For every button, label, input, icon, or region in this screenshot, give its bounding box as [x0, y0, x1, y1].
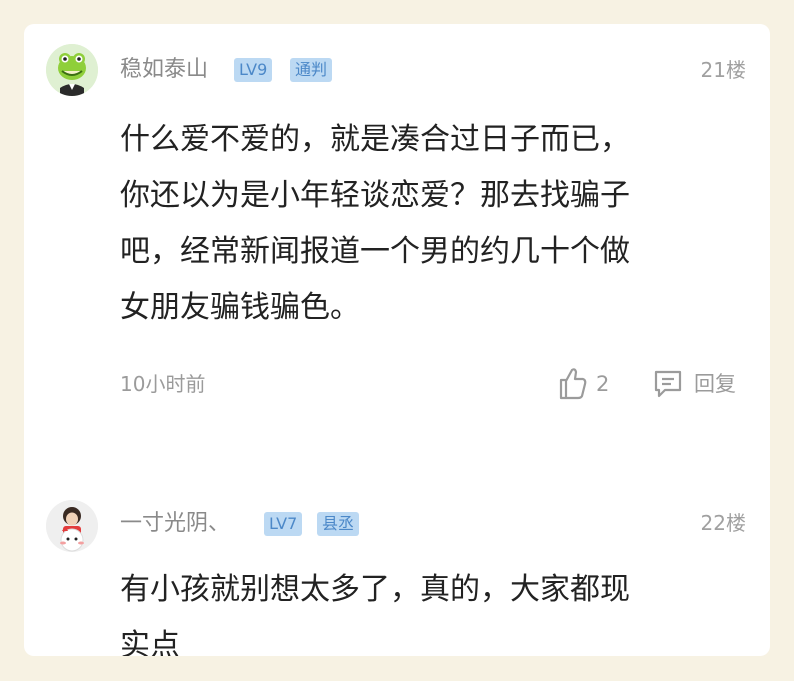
like-count: 2 — [596, 372, 610, 396]
level-badge: LV7 — [264, 512, 303, 536]
level-badge: LV9 — [234, 58, 273, 82]
avatar[interactable] — [46, 44, 98, 96]
username[interactable]: 稳如泰山 — [120, 55, 208, 85]
username[interactable]: 一寸光阴、 — [120, 509, 230, 539]
comment-line: 你还以为是小年轻谈恋爱？那去找骗子 — [120, 178, 630, 213]
floor-number: 22楼 — [700, 511, 746, 535]
avatar[interactable] — [46, 500, 98, 552]
comment-line: 什么爱不爱的，就是凑合过日子而已， — [120, 122, 630, 157]
floor-number: 21楼 — [700, 58, 746, 82]
comment-item: 一寸光阴、 LV7 县丞 22楼 有小孩就别想太多了，真的，大家都现 实点 — [24, 464, 770, 656]
comment-line: 有小孩就别想太多了，真的，大家都现 — [120, 572, 630, 607]
comment-item: 稳如泰山 LV9 通判 21楼 什么爱不爱的，就是凑合过日子而已， 你还以为是小… — [24, 24, 770, 444]
comment-line: 实点 — [120, 628, 180, 656]
comment-line: 吧，经常新闻报道一个男的约几十个做 — [120, 234, 630, 269]
thumbs-up-icon — [559, 368, 587, 400]
timestamp: 10小时前 — [120, 372, 206, 396]
comment-list: 稳如泰山 LV9 通判 21楼 什么爱不爱的，就是凑合过日子而已， 你还以为是小… — [24, 24, 770, 656]
title-badge: 县丞 — [317, 512, 360, 536]
comment-bubble-icon — [654, 370, 682, 398]
comment-text: 什么爱不爱的，就是凑合过日子而已， 你还以为是小年轻谈恋爱？那去找骗子 吧，经常… — [120, 112, 740, 336]
comment-line: 女朋友骗钱骗色。 — [120, 290, 360, 325]
comment-text: 有小孩就别想太多了，真的，大家都现 实点 — [120, 562, 740, 656]
title-badge: 通判 — [290, 58, 333, 82]
reply-label: 回复 — [694, 372, 736, 396]
